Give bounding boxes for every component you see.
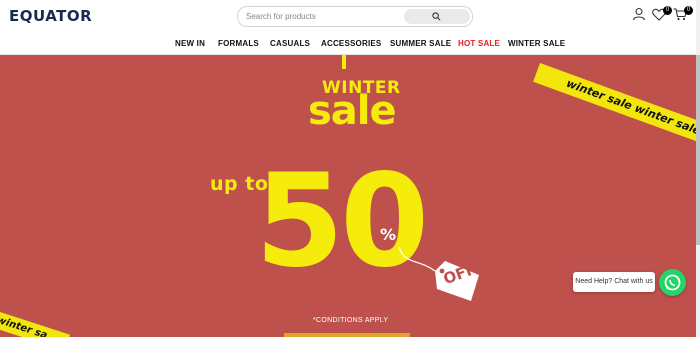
cart-button[interactable]: 0 [673, 6, 693, 24]
site-logo[interactable]: EQUATOR [9, 7, 92, 25]
search-icon [432, 12, 441, 21]
search-button[interactable] [404, 9, 470, 24]
nav-item-casuals[interactable]: CASUALS [270, 39, 310, 48]
whatsapp-icon [664, 274, 681, 291]
main-nav: NEW IN FORMALS CASUALS ACCESSORIES SUMME… [0, 39, 700, 51]
nav-item-new-in[interactable]: NEW IN [175, 39, 205, 48]
banner-percent-sign: % [380, 225, 397, 244]
banner-top-accent [342, 55, 346, 69]
nav-item-summer-sale[interactable]: SUMMER SALE [390, 39, 451, 48]
whatsapp-label[interactable]: Need Help? Chat with us [573, 272, 655, 292]
search-bar [237, 6, 473, 27]
banner-heading-sale: sale [308, 88, 397, 134]
banner-partial-line [284, 333, 410, 337]
off-tag: OFF [397, 245, 497, 305]
whatsapp-button[interactable] [659, 269, 686, 296]
nav-item-accessories[interactable]: ACCESSORIES [321, 39, 381, 48]
caution-tape-bottom: winter sa [0, 310, 71, 337]
nav-item-hot-sale[interactable]: HOT SALE [458, 39, 500, 48]
cart-count-badge: 0 [684, 6, 693, 15]
wishlist-count-badge: 0 [663, 6, 672, 15]
site-header: EQUATOR 0 0 NEW IN FORMALS CASU [0, 0, 700, 55]
wishlist-button[interactable]: 0 [652, 6, 672, 24]
page-scrollbar[interactable] [696, 0, 700, 337]
scrollbar-thumb[interactable] [696, 55, 700, 245]
winter-sale-banner[interactable]: winter sale winter sale winter winter sa… [0, 55, 696, 337]
account-icon[interactable] [632, 7, 648, 23]
search-input[interactable] [246, 9, 396, 23]
banner-conditions: *CONDITIONS APPLY [313, 317, 389, 324]
caution-tape-top: winter sale winter sale winter [533, 63, 696, 151]
nav-item-formals[interactable]: FORMALS [218, 39, 259, 48]
nav-item-winter-sale[interactable]: WINTER SALE [508, 39, 565, 48]
